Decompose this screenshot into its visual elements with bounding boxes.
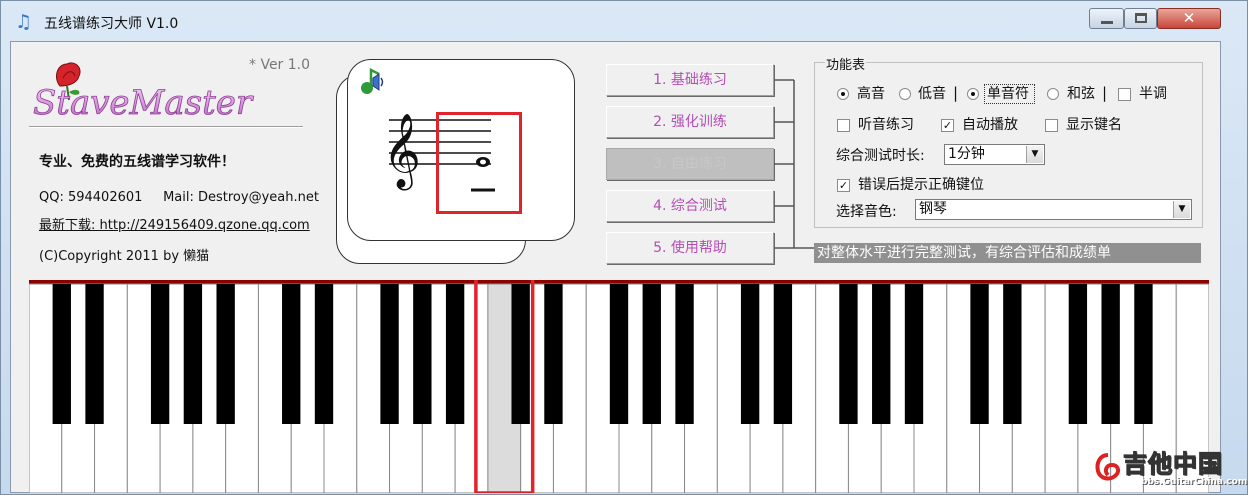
download-link[interactable]: 最新下载: http://249156409.qzone.qq.com xyxy=(39,214,310,233)
radio-chord[interactable] xyxy=(1047,88,1059,100)
tagline: 专业、免费的五线谱学习软件！ xyxy=(39,154,235,170)
checkbox-hint-on-error[interactable]: ✓ xyxy=(837,179,850,192)
speaker-icon[interactable] xyxy=(357,66,387,98)
logo-divider xyxy=(29,126,303,128)
black-key[interactable] xyxy=(511,284,530,424)
black-key[interactable] xyxy=(1068,284,1088,424)
black-key[interactable] xyxy=(52,284,71,424)
menu-button-5[interactable]: 5. 使用帮助 xyxy=(606,232,774,264)
watermark-text: 吉他中国 xyxy=(1123,450,1223,479)
minimize-icon xyxy=(1101,21,1113,24)
radio-single-note-label[interactable]: 单音符 xyxy=(987,85,1029,103)
separator: | xyxy=(1102,84,1108,102)
timbre-value: 钢琴 xyxy=(919,201,947,217)
black-key[interactable] xyxy=(1101,284,1120,424)
radio-chord-label[interactable]: 和弦 xyxy=(1067,85,1095,103)
test-duration-select[interactable]: 1分钟 ▼ xyxy=(944,144,1045,165)
maximize-icon xyxy=(1135,13,1147,23)
menu-button-1[interactable]: 1. 基础练习 xyxy=(606,64,774,96)
black-key[interactable] xyxy=(1003,284,1022,424)
black-key[interactable] xyxy=(380,284,399,424)
radio-treble[interactable] xyxy=(837,88,849,100)
menu-button-3[interactable]: 3. 自由练习 xyxy=(606,148,774,180)
timbre-select[interactable]: 钢琴 ▼ xyxy=(915,199,1192,220)
radio-single-note[interactable] xyxy=(967,88,979,100)
black-key[interactable] xyxy=(609,284,629,424)
black-key[interactable] xyxy=(282,284,301,424)
dropdown-arrow-icon[interactable]: ▼ xyxy=(1026,146,1043,163)
checkbox-hint-on-error-label[interactable]: 错误后提示正确键位 xyxy=(858,176,984,194)
copyright-text: (C)Copyright 2011 by 懒猫 xyxy=(39,249,210,264)
contact-info: QQ: 594402601 Mail: Destroy@yeah.net xyxy=(39,190,319,205)
black-key[interactable] xyxy=(445,284,465,424)
black-key[interactable] xyxy=(150,284,170,424)
test-duration-label: 综合测试时长: xyxy=(836,148,925,164)
black-key[interactable] xyxy=(642,284,661,424)
black-key[interactable] xyxy=(773,284,793,424)
version-label: * Ver 1.0 xyxy=(249,57,311,73)
black-key[interactable] xyxy=(216,284,235,424)
black-key[interactable] xyxy=(904,284,924,424)
black-key[interactable] xyxy=(85,284,104,424)
separator: | xyxy=(953,84,959,102)
minimize-button[interactable] xyxy=(1089,8,1124,29)
dropdown-arrow-icon[interactable]: ▼ xyxy=(1173,201,1190,218)
black-key[interactable] xyxy=(675,284,694,424)
checkbox-auto-play-label[interactable]: 自动播放 xyxy=(962,116,1018,134)
checkbox-ear-training-label[interactable]: 听音练习 xyxy=(858,116,914,134)
stavemaster-logo: StaveMaster xyxy=(33,62,254,122)
radio-bass[interactable] xyxy=(899,88,911,100)
maximize-button[interactable] xyxy=(1124,8,1157,29)
music-note-icon: ♫ xyxy=(15,11,33,33)
piano-rail xyxy=(29,280,1209,284)
checkbox-ear-training[interactable] xyxy=(837,119,850,132)
title-bar[interactable]: ♫ 五线谱练习大师 V1.0 ✕ xyxy=(1,1,1247,41)
main-window: ♫ 五线谱练习大师 V1.0 ✕ StaveMaster * Ver 1.0 专… xyxy=(0,0,1248,495)
menu-button-2[interactable]: 2. 强化训练 xyxy=(606,106,774,138)
checkbox-show-keys-label[interactable]: 显示键名 xyxy=(1066,116,1122,134)
treble-clef-icon: 𝄞 xyxy=(383,114,421,191)
black-key[interactable] xyxy=(872,284,891,424)
note-highlight-box xyxy=(436,112,522,214)
close-icon: ✕ xyxy=(1182,9,1196,27)
close-button[interactable]: ✕ xyxy=(1157,8,1221,29)
black-key[interactable] xyxy=(413,284,432,424)
menu-connector xyxy=(774,79,814,249)
black-key[interactable] xyxy=(314,284,334,424)
menu-button-4[interactable]: 4. 综合测试 xyxy=(606,190,774,222)
black-key[interactable] xyxy=(839,284,858,424)
test-duration-value: 1分钟 xyxy=(948,146,985,162)
black-key[interactable] xyxy=(544,284,563,424)
black-key[interactable] xyxy=(1134,284,1153,424)
piano-keyboard[interactable] xyxy=(29,280,1209,493)
guitar-icon xyxy=(1095,453,1121,481)
status-bar: 对整体水平进行完整测试，有综合评估和成绩单 xyxy=(814,243,1201,263)
checkbox-semitone[interactable] xyxy=(1118,88,1131,101)
window-title: 五线谱练习大师 V1.0 xyxy=(44,16,179,32)
client-area: StaveMaster * Ver 1.0 专业、免费的五线谱学习软件！ QQ:… xyxy=(10,41,1221,493)
black-key[interactable] xyxy=(740,284,760,424)
watermark-url: bbs.GuitarChina.com xyxy=(1141,477,1248,487)
black-key[interactable] xyxy=(970,284,989,424)
radio-treble-label[interactable]: 高音 xyxy=(857,85,885,103)
logo-text: StaveMaster xyxy=(33,83,254,122)
radio-bass-label[interactable]: 低音 xyxy=(918,85,946,103)
checkbox-semitone-label[interactable]: 半调 xyxy=(1139,85,1167,103)
timbre-label: 选择音色: xyxy=(836,204,897,220)
black-key[interactable] xyxy=(183,284,203,424)
function-panel-title: 功能表 xyxy=(825,54,867,73)
checkbox-show-keys[interactable] xyxy=(1045,119,1058,132)
checkbox-auto-play[interactable]: ✓ xyxy=(941,119,954,132)
